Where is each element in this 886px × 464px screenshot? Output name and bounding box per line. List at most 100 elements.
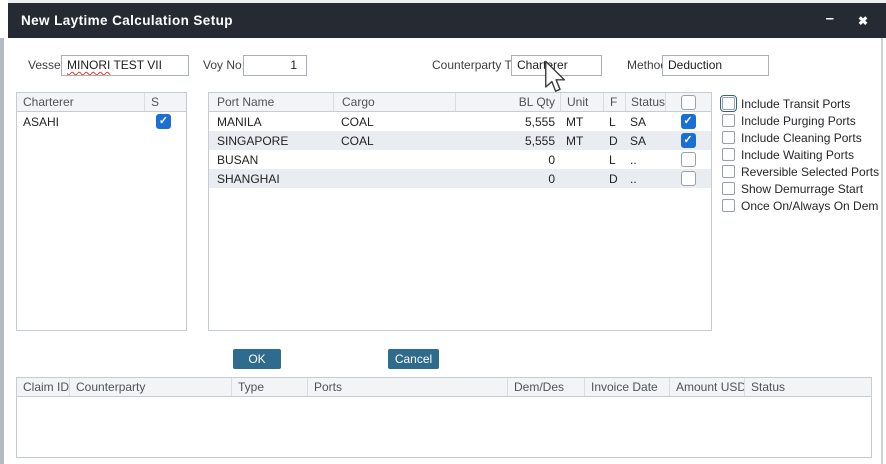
option-checkbox[interactable]: [722, 148, 735, 161]
option-item[interactable]: Show Demurrage Start: [722, 180, 879, 197]
charterer-select-cell: ✓: [144, 114, 186, 129]
port-select-cell: ✓: [665, 114, 711, 129]
claims-column-header: Ports: [307, 378, 507, 396]
claims-table: Claim IDCounterpartyTypePortsDem/DesInvo…: [16, 377, 872, 458]
port-cell-bl-qty: 5,555: [455, 115, 560, 129]
port-cell-f: D: [603, 134, 625, 148]
option-item[interactable]: Include Cleaning Ports: [722, 129, 879, 146]
option-label: Include Transit Ports: [741, 97, 850, 111]
window-controls: – ✖: [826, 13, 868, 28]
charterer-row[interactable]: ASAHI ✓: [17, 112, 186, 131]
option-checkbox[interactable]: [722, 97, 735, 110]
claims-column-header: Dem/Des: [507, 378, 584, 396]
port-select-cell: [665, 152, 711, 167]
option-label: Include Purging Ports: [741, 114, 856, 128]
claims-column-header: Claim ID: [17, 378, 69, 396]
ports-table-body: MANILACOAL5,555MTLSA✓SINGAPORECOAL5,555M…: [209, 112, 711, 188]
unit-column-header: Unit: [560, 93, 603, 111]
claims-column-header: Type: [231, 378, 307, 396]
window-left-edge: [0, 38, 4, 464]
select-all-checkbox[interactable]: [681, 95, 696, 110]
option-item[interactable]: Include Waiting Ports: [722, 146, 879, 163]
select-all-header-cell: [665, 93, 711, 111]
option-label: Include Cleaning Ports: [741, 131, 862, 145]
dialog-titlebar: New Laytime Calculation Setup – ✖: [8, 3, 886, 38]
port-cell-f: D: [603, 172, 625, 186]
claims-table-header: Claim IDCounterpartyTypePortsDem/DesInvo…: [17, 378, 871, 397]
port-cell-f: L: [603, 115, 625, 129]
port-cell-cargo: COAL: [333, 115, 455, 129]
ports-table-header: Port Name Cargo BL Qty Unit F Status: [209, 93, 711, 112]
port-cell-port-name: SINGAPORE: [209, 134, 333, 148]
port-cell-bl-qty: 0: [455, 153, 560, 167]
port-cell-bl-qty: 5,555: [455, 134, 560, 148]
bl-qty-column-header: BL Qty: [455, 93, 560, 111]
cancel-button[interactable]: Cancel: [388, 349, 439, 369]
port-cell-cargo: COAL: [333, 134, 455, 148]
option-checkbox[interactable]: [722, 199, 735, 212]
option-item[interactable]: Include Purging Ports: [722, 112, 879, 129]
option-checkbox[interactable]: [722, 165, 735, 178]
laytime-options-list: Include Transit Ports Include Purging Por…: [722, 95, 879, 214]
f-column-header: F: [603, 93, 625, 111]
port-row[interactable]: SINGAPORECOAL5,555MTDSA ✓: [209, 131, 711, 150]
vessel-value-flagged: MINORI: [67, 58, 110, 72]
vessel-value-rest: TEST VII: [110, 58, 162, 72]
port-select-checkbox[interactable]: [681, 171, 696, 186]
claims-column-header: Status: [744, 378, 871, 396]
method-input[interactable]: Deduction: [662, 55, 769, 76]
port-cell-port-name: MANILA: [209, 115, 333, 129]
dialog-title: New Laytime Calculation Setup: [21, 13, 233, 28]
close-icon[interactable]: ✖: [858, 15, 868, 27]
option-label: Include Waiting Ports: [741, 148, 854, 162]
port-select-cell: [665, 171, 711, 186]
cargo-column-header: Cargo: [333, 93, 455, 111]
option-label: Show Demurrage Start: [741, 182, 863, 196]
port-cell-unit: MT: [560, 134, 603, 148]
voy-no-input[interactable]: 1: [243, 55, 307, 76]
option-checkbox[interactable]: [722, 131, 735, 144]
status-column-header: Status: [625, 93, 665, 111]
port-select-checkbox[interactable]: [681, 152, 696, 167]
charterer-table-header: Charterer S: [17, 93, 186, 112]
option-checkbox[interactable]: [722, 182, 735, 195]
selected-column-header: S: [144, 93, 186, 111]
port-cell-status: ..: [625, 153, 665, 167]
charterer-name-cell: ASAHI: [17, 115, 144, 129]
port-cell-status: SA: [625, 115, 665, 129]
port-select-checkbox[interactable]: ✓: [681, 133, 696, 148]
port-cell-status: SA: [625, 134, 665, 148]
minimize-icon[interactable]: –: [826, 11, 834, 26]
option-item[interactable]: Include Transit Ports: [722, 95, 879, 112]
port-row[interactable]: BUSAN0L..: [209, 150, 711, 169]
option-label: Once On/Always On Dem: [741, 199, 878, 213]
charterer-column-header: Charterer: [17, 93, 144, 111]
voy-no-label: Voy No.: [203, 58, 245, 72]
port-cell-unit: MT: [560, 115, 603, 129]
option-label: Reversible Selected Ports: [741, 165, 879, 179]
option-checkbox[interactable]: [722, 114, 735, 127]
ok-button[interactable]: OK: [233, 349, 281, 369]
claims-column-header: Counterparty: [69, 378, 231, 396]
port-select-cell: ✓: [665, 133, 711, 148]
charterer-select-checkbox[interactable]: ✓: [156, 114, 171, 129]
port-cell-bl-qty: 0: [455, 172, 560, 186]
port-cell-f: L: [603, 153, 625, 167]
window-right-edge: [881, 38, 883, 464]
port-name-column-header: Port Name: [209, 93, 333, 111]
port-row[interactable]: SHANGHAI0D..: [209, 169, 711, 188]
option-item[interactable]: Once On/Always On Dem: [722, 197, 879, 214]
charterer-table: Charterer S ASAHI ✓: [16, 92, 187, 331]
laytime-setup-dialog: { "window": { "title": "New Laytime Calc…: [0, 0, 886, 464]
port-cell-status: ..: [625, 172, 665, 186]
vessel-label: Vessel: [28, 58, 63, 72]
claims-column-header: Invoice Date: [584, 378, 669, 396]
ports-table: Port Name Cargo BL Qty Unit F Status MAN…: [208, 92, 712, 331]
charterer-table-body: ASAHI ✓: [17, 112, 186, 131]
vessel-input[interactable]: MINORI TEST VII: [61, 55, 189, 76]
port-row[interactable]: MANILACOAL5,555MTLSA ✓: [209, 112, 711, 131]
option-item[interactable]: Reversible Selected Ports: [722, 163, 879, 180]
counterparty-type-input[interactable]: Charterer: [511, 55, 602, 76]
claims-column-header: Amount USD: [669, 378, 744, 396]
port-select-checkbox[interactable]: ✓: [681, 114, 696, 129]
